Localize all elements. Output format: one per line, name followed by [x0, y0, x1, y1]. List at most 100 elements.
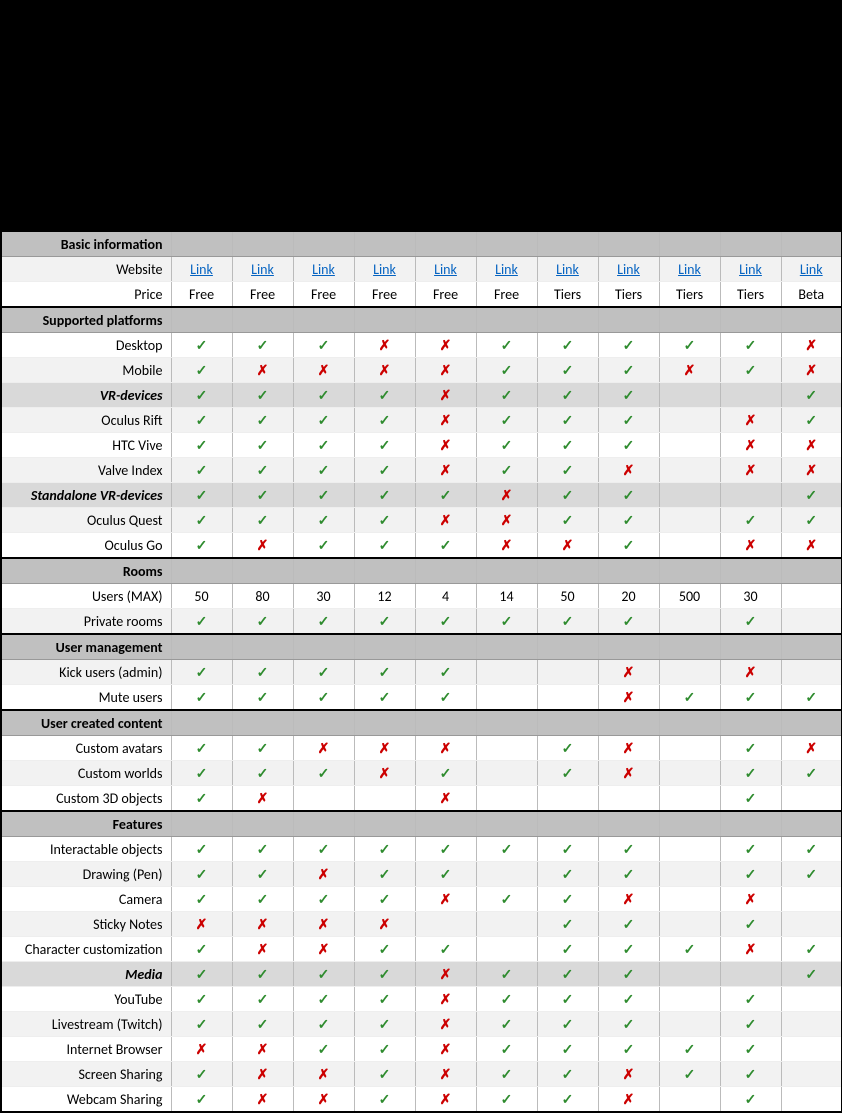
cell — [781, 609, 842, 635]
cell: ✓ — [476, 358, 537, 383]
cross-icon: ✗ — [805, 437, 817, 454]
check-icon: ✓ — [257, 841, 269, 858]
check-icon: ✓ — [196, 537, 208, 554]
cross-icon: ✗ — [379, 740, 391, 757]
cell: ✓ — [598, 433, 659, 458]
check-icon: ✓ — [745, 1066, 757, 1083]
cell: 14 — [476, 584, 537, 609]
cross-icon: ✗ — [440, 1041, 452, 1058]
check-icon: ✓ — [318, 437, 330, 454]
cell: ✗ — [415, 1062, 476, 1087]
cell: ✓ — [354, 1012, 415, 1037]
check-icon: ✓ — [257, 689, 269, 706]
cell: ✓ — [354, 533, 415, 559]
cell: ✓ — [232, 483, 293, 508]
row-label: Desktop — [1, 333, 171, 358]
cell: ✓ — [720, 912, 781, 937]
cell — [659, 786, 720, 812]
cell: ✓ — [171, 837, 232, 862]
cell — [659, 433, 720, 458]
cell: ✓ — [537, 887, 598, 912]
cell — [720, 962, 781, 987]
cell: ✗ — [232, 358, 293, 383]
check-icon: ✓ — [196, 387, 208, 404]
website-link[interactable]: Link — [739, 261, 762, 278]
cross-icon: ✗ — [805, 537, 817, 554]
website-link[interactable]: Link — [373, 261, 396, 278]
section-header: User management — [1, 634, 171, 660]
cell — [476, 660, 537, 685]
row-label: Screen Sharing — [1, 1062, 171, 1087]
check-icon: ✓ — [562, 1016, 574, 1033]
cell: ✓ — [171, 1062, 232, 1087]
cross-icon: ✗ — [257, 1091, 269, 1108]
website-link[interactable]: Link — [312, 261, 335, 278]
cross-icon: ✗ — [318, 362, 330, 379]
check-icon: ✓ — [562, 462, 574, 479]
cell — [781, 1037, 842, 1062]
cell: ✓ — [232, 458, 293, 483]
cross-icon: ✗ — [623, 765, 635, 782]
cell: ✓ — [598, 912, 659, 937]
cell: ✗ — [720, 433, 781, 458]
cell: ✗ — [415, 333, 476, 358]
cell — [720, 483, 781, 508]
check-icon: ✓ — [379, 537, 391, 554]
website-link[interactable]: Link — [617, 261, 640, 278]
cell: 80 — [232, 584, 293, 609]
website-link[interactable]: Link — [434, 261, 457, 278]
cell: ✓ — [232, 962, 293, 987]
check-icon: ✓ — [501, 891, 513, 908]
cell: ✓ — [537, 937, 598, 962]
cell: Free — [232, 282, 293, 308]
check-icon: ✓ — [196, 991, 208, 1008]
cell: ✗ — [781, 358, 842, 383]
cell: ✓ — [415, 761, 476, 786]
cell: ✓ — [598, 962, 659, 987]
cell: ✓ — [720, 786, 781, 812]
cell: ✓ — [537, 333, 598, 358]
check-icon: ✓ — [196, 613, 208, 630]
cell: ✓ — [354, 609, 415, 635]
cell: ✓ — [720, 1037, 781, 1062]
cell: ✓ — [232, 1012, 293, 1037]
cell: ✓ — [171, 887, 232, 912]
cross-icon: ✗ — [440, 337, 452, 354]
cell: ✓ — [537, 837, 598, 862]
check-icon: ✓ — [623, 916, 635, 933]
website-link[interactable]: Link — [800, 261, 823, 278]
check-icon: ✓ — [623, 841, 635, 858]
cell: ✗ — [232, 786, 293, 812]
cell — [659, 761, 720, 786]
website-link[interactable]: Link — [678, 261, 701, 278]
cell: ✗ — [476, 508, 537, 533]
check-icon: ✓ — [379, 512, 391, 529]
cell: ✓ — [171, 433, 232, 458]
check-icon: ✓ — [440, 613, 452, 630]
cell: ✓ — [171, 383, 232, 408]
website-link[interactable]: Link — [495, 261, 518, 278]
check-icon: ✓ — [196, 512, 208, 529]
check-icon: ✓ — [623, 1016, 635, 1033]
website-link[interactable]: Link — [556, 261, 579, 278]
cell: ✓ — [293, 458, 354, 483]
check-icon: ✓ — [379, 412, 391, 429]
check-icon: ✓ — [318, 537, 330, 554]
row-label: Oculus Quest — [1, 508, 171, 533]
cell: ✓ — [171, 786, 232, 812]
cell: ✗ — [293, 937, 354, 962]
cell: ✗ — [720, 458, 781, 483]
check-icon: ✓ — [562, 362, 574, 379]
cell: Link — [659, 257, 720, 282]
cell: ✓ — [476, 433, 537, 458]
check-icon: ✓ — [562, 412, 574, 429]
website-link[interactable]: Link — [190, 261, 213, 278]
cross-icon: ✗ — [257, 941, 269, 958]
cell — [476, 736, 537, 761]
cell: ✗ — [415, 962, 476, 987]
check-icon: ✓ — [196, 1016, 208, 1033]
row-label: Custom avatars — [1, 736, 171, 761]
website-link[interactable]: Link — [251, 261, 274, 278]
cell: ✓ — [598, 383, 659, 408]
check-icon: ✓ — [623, 412, 635, 429]
